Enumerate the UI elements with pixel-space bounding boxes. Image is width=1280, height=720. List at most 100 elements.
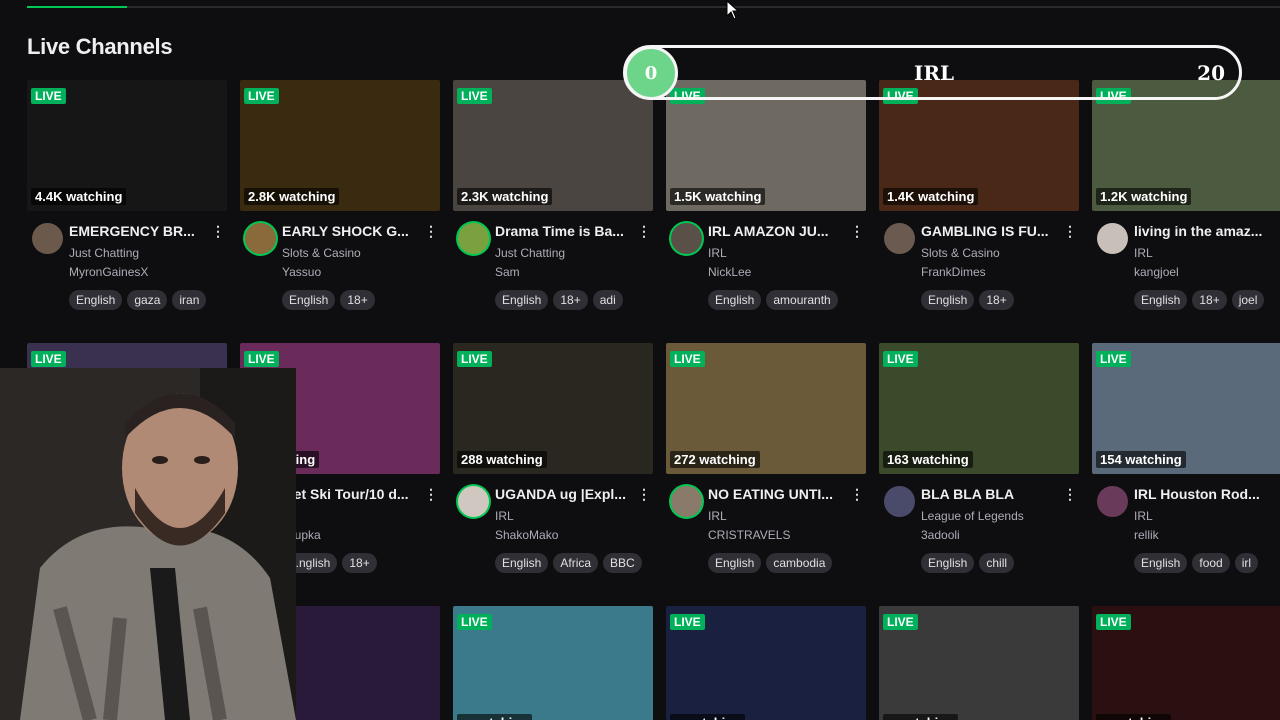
stream-thumbnail[interactable]: LIVE 2.3K watching bbox=[453, 80, 653, 211]
stream-title[interactable]: BLA BLA BLA bbox=[921, 486, 1061, 502]
tag-chip[interactable]: 18+ bbox=[342, 553, 377, 573]
stream-title[interactable]: living in the amaz... bbox=[1134, 223, 1274, 239]
stream-thumbnail[interactable]: LIVE ...watching bbox=[453, 606, 653, 720]
tag-chip[interactable]: English bbox=[921, 290, 975, 310]
streamer-name[interactable]: FrankDimes bbox=[921, 265, 986, 279]
tag-chip[interactable]: English bbox=[1134, 290, 1188, 310]
avatar[interactable] bbox=[671, 486, 702, 517]
tag-chip[interactable]: English bbox=[708, 553, 762, 573]
more-options-icon[interactable]: ⋮ bbox=[424, 223, 438, 240]
more-options-icon[interactable]: ⋮ bbox=[1276, 486, 1280, 503]
avatar[interactable] bbox=[884, 223, 915, 254]
streamer-name[interactable]: CRISTRAVELS bbox=[708, 528, 790, 542]
tag-chip[interactable]: gaza bbox=[127, 290, 168, 310]
more-options-icon[interactable]: ⋮ bbox=[1276, 223, 1280, 240]
tag-chip[interactable]: BBC bbox=[603, 553, 642, 573]
streamer-name[interactable]: MyronGainesX bbox=[69, 265, 148, 279]
tag-chip[interactable]: English bbox=[1134, 553, 1188, 573]
category-link[interactable]: Just Chatting bbox=[69, 246, 139, 260]
tag-chip[interactable]: adi bbox=[592, 290, 623, 310]
tag-chip[interactable]: amouranth bbox=[766, 290, 838, 310]
streamer-webcam-image bbox=[0, 368, 296, 720]
tag-chip[interactable]: food bbox=[1192, 553, 1230, 573]
tag-chip[interactable]: iran bbox=[172, 290, 207, 310]
more-options-icon[interactable]: ⋮ bbox=[637, 486, 651, 503]
tag-chip[interactable]: English bbox=[708, 290, 762, 310]
stream-title[interactable]: EMERGENCY BR... bbox=[69, 223, 209, 239]
viewer-count: ...watching bbox=[457, 714, 533, 720]
more-options-icon[interactable]: ⋮ bbox=[850, 486, 864, 503]
avatar[interactable] bbox=[1097, 486, 1128, 517]
category-link[interactable]: IRL bbox=[708, 509, 727, 523]
avatar[interactable] bbox=[245, 223, 276, 254]
avatar[interactable] bbox=[458, 486, 489, 517]
tag-chip[interactable]: English bbox=[282, 290, 336, 310]
tag-chip[interactable]: English bbox=[921, 553, 975, 573]
tag-chip[interactable]: joel bbox=[1231, 290, 1265, 310]
tag-chip[interactable]: 18+ bbox=[553, 290, 588, 310]
stream-title[interactable]: Drama Time is Ba... bbox=[495, 223, 635, 239]
stream-title[interactable]: UGANDA ug |Expl... bbox=[495, 486, 635, 502]
streamer-name[interactable]: NickLee bbox=[708, 265, 751, 279]
tag-chip[interactable]: 18+ bbox=[979, 290, 1014, 310]
tag-chip[interactable]: English bbox=[495, 290, 549, 310]
stream-title[interactable]: GAMBLING IS FU... bbox=[921, 223, 1061, 239]
page-progress-fill bbox=[27, 6, 128, 8]
live-badge: LIVE bbox=[31, 351, 66, 367]
avatar[interactable] bbox=[32, 223, 63, 254]
category-link[interactable]: Slots & Casino bbox=[921, 246, 1000, 260]
stream-title[interactable]: ...et Ski Tour/10 d... bbox=[282, 486, 422, 502]
category-link[interactable]: Slots & Casino bbox=[282, 246, 361, 260]
category-link[interactable]: IRL bbox=[708, 246, 727, 260]
tag-chip[interactable]: irl bbox=[1234, 553, 1259, 573]
category-link[interactable]: Just Chatting bbox=[495, 246, 565, 260]
stream-thumbnail[interactable]: LIVE 2.8K watching bbox=[240, 80, 440, 211]
tag-chip[interactable]: cambodia bbox=[766, 553, 833, 573]
category-link[interactable]: IRL bbox=[1134, 509, 1153, 523]
stream-thumbnail[interactable]: LIVE 288 watching bbox=[453, 343, 653, 474]
avatar[interactable] bbox=[671, 223, 702, 254]
more-options-icon[interactable]: ⋮ bbox=[1063, 486, 1077, 503]
streamer-name[interactable]: ShakoMako bbox=[495, 528, 558, 542]
streamer-name[interactable]: Yassuo bbox=[282, 265, 321, 279]
avatar[interactable] bbox=[1097, 223, 1128, 254]
tag-chip[interactable]: 18+ bbox=[340, 290, 375, 310]
streamer-name[interactable]: rellik bbox=[1134, 528, 1159, 542]
stream-thumbnail[interactable]: LIVE ...watching bbox=[879, 606, 1079, 720]
irl-slider-knob[interactable]: 0 bbox=[624, 46, 678, 100]
more-options-icon[interactable]: ⋮ bbox=[211, 223, 225, 240]
stream-title[interactable]: IRL Houston Rod... bbox=[1134, 486, 1274, 502]
stream-thumbnail[interactable]: LIVE ...watching bbox=[666, 606, 866, 720]
stream-thumbnail[interactable]: LIVE ...watching bbox=[1092, 606, 1280, 720]
avatar[interactable] bbox=[458, 223, 489, 254]
category-link[interactable]: IRL bbox=[1134, 246, 1153, 260]
stream-title[interactable]: NO EATING UNTI... bbox=[708, 486, 848, 502]
tag-chip[interactable]: 18+ bbox=[1192, 290, 1227, 310]
channel-info: living in the amaz...⋮ IRL kangjoel English… bbox=[1092, 221, 1280, 321]
stream-thumbnail[interactable]: LIVE 163 watching bbox=[879, 343, 1079, 474]
category-link[interactable]: League of Legends bbox=[921, 509, 1024, 523]
stream-thumbnail[interactable]: LIVE 4.4K watching bbox=[27, 80, 227, 211]
stream-title[interactable]: EARLY SHOCK G... bbox=[282, 223, 422, 239]
page-title: Live Channels bbox=[27, 34, 173, 59]
tag-chip[interactable]: Africa bbox=[553, 553, 599, 573]
avatar[interactable] bbox=[884, 486, 915, 517]
more-options-icon[interactable]: ⋮ bbox=[850, 223, 864, 240]
stream-thumbnail[interactable]: LIVE 154 watching bbox=[1092, 343, 1280, 474]
mouse-cursor-icon bbox=[726, 0, 740, 20]
more-options-icon[interactable]: ⋮ bbox=[1063, 223, 1077, 240]
category-link[interactable]: IRL bbox=[495, 509, 514, 523]
more-options-icon[interactable]: ⋮ bbox=[637, 223, 651, 240]
stream-title[interactable]: IRL AMAZON JU... bbox=[708, 223, 848, 239]
channel-info: NO EATING UNTI... ⋮ IRL CRISTRAVELS English c… bbox=[666, 484, 871, 584]
viewer-count: 1.5K watching bbox=[670, 188, 766, 205]
irl-slider[interactable]: 0 IRL 20 bbox=[623, 45, 1242, 100]
streamer-name[interactable]: kangjoel bbox=[1134, 265, 1179, 279]
stream-thumbnail[interactable]: LIVE 272 watching bbox=[666, 343, 866, 474]
streamer-name[interactable]: 3adooli bbox=[921, 528, 960, 542]
tag-chip[interactable]: English bbox=[495, 553, 549, 573]
tag-chip[interactable]: chill bbox=[979, 553, 1015, 573]
streamer-name[interactable]: Sam bbox=[495, 265, 520, 279]
more-options-icon[interactable]: ⋮ bbox=[424, 486, 438, 503]
tag-chip[interactable]: English bbox=[69, 290, 123, 310]
